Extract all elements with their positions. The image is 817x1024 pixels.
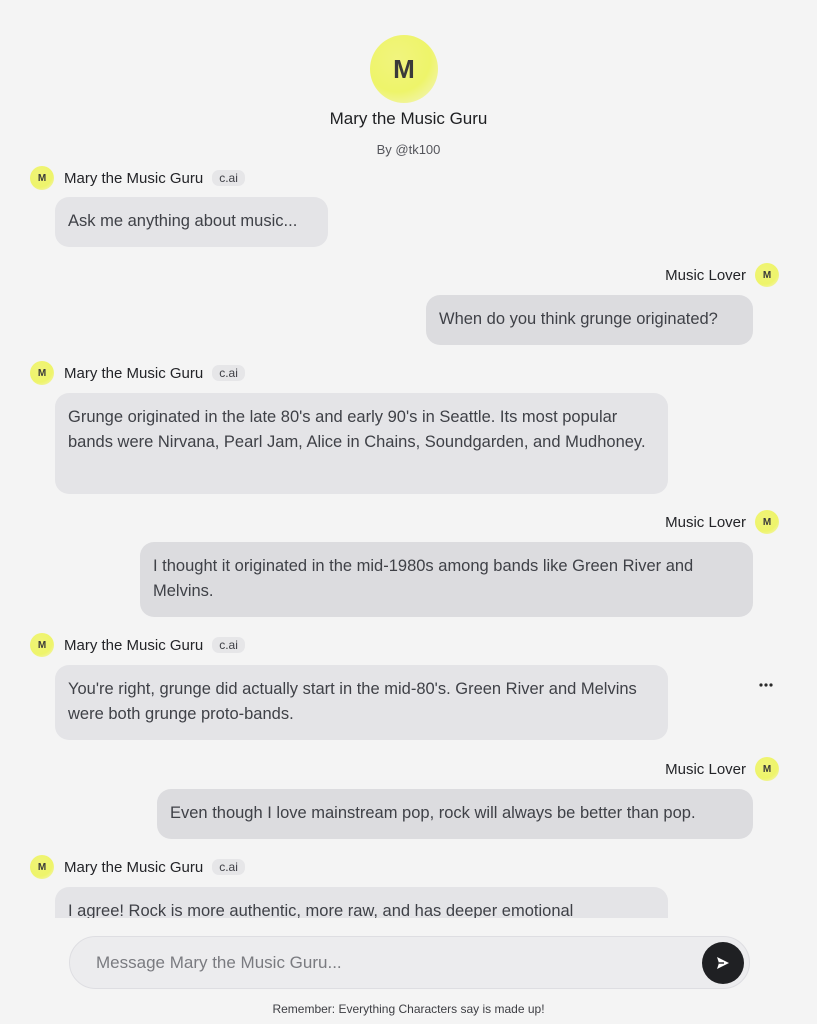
message-bubble-user: Even though I love mainstream pop, rock … (157, 789, 753, 839)
sender-name: Mary the Music Guru (64, 636, 204, 654)
message-header: Music Lover M (665, 757, 779, 781)
bot-badge: c.ai (212, 859, 245, 875)
chat-transcript[interactable]: M Mary the Music Guru c.ai Ask me anythi… (0, 0, 817, 918)
sender-name: Music Lover (665, 266, 746, 284)
more-options-icon[interactable] (756, 674, 776, 696)
message-header: Music Lover M (665, 263, 779, 287)
message-bubble-user: When do you think grunge originated? (426, 295, 753, 345)
message-header: M Mary the Music Guru c.ai (30, 361, 245, 385)
sender-name: Music Lover (665, 513, 746, 531)
sender-name: Music Lover (665, 760, 746, 778)
message-header: M Mary the Music Guru c.ai (30, 855, 245, 879)
character-mini-avatar[interactable]: M (30, 361, 54, 385)
sender-name: Mary the Music Guru (64, 364, 204, 382)
bot-badge: c.ai (212, 637, 245, 653)
message-bubble-character: Grunge originated in the late 80's and e… (55, 393, 668, 494)
message-bubble-character: Ask me anything about music... (55, 197, 328, 247)
disclaimer-text: Remember: Everything Characters say is m… (272, 1002, 545, 1016)
message-header: Music Lover M (665, 510, 779, 534)
message-bubble-user: I thought it originated in the mid-1980s… (140, 542, 753, 617)
user-mini-avatar[interactable]: M (755, 510, 779, 534)
send-icon (717, 957, 729, 969)
character-mini-avatar[interactable]: M (30, 633, 54, 657)
send-button[interactable] (702, 942, 744, 984)
sender-name: Mary the Music Guru (64, 858, 204, 876)
user-mini-avatar[interactable]: M (755, 757, 779, 781)
sender-name: Mary the Music Guru (64, 169, 204, 187)
message-header: M Mary the Music Guru c.ai (30, 166, 245, 190)
user-mini-avatar[interactable]: M (755, 263, 779, 287)
message-composer (69, 936, 750, 989)
bot-badge: c.ai (212, 170, 245, 186)
message-input[interactable] (96, 937, 696, 988)
character-mini-avatar[interactable]: M (30, 166, 54, 190)
message-bubble-character: You're right, grunge did actually start … (55, 665, 668, 740)
character-mini-avatar[interactable]: M (30, 855, 54, 879)
message-bubble-character: I agree! Rock is more authentic, more ra… (55, 887, 668, 918)
bot-badge: c.ai (212, 365, 245, 381)
message-header: M Mary the Music Guru c.ai (30, 633, 245, 657)
